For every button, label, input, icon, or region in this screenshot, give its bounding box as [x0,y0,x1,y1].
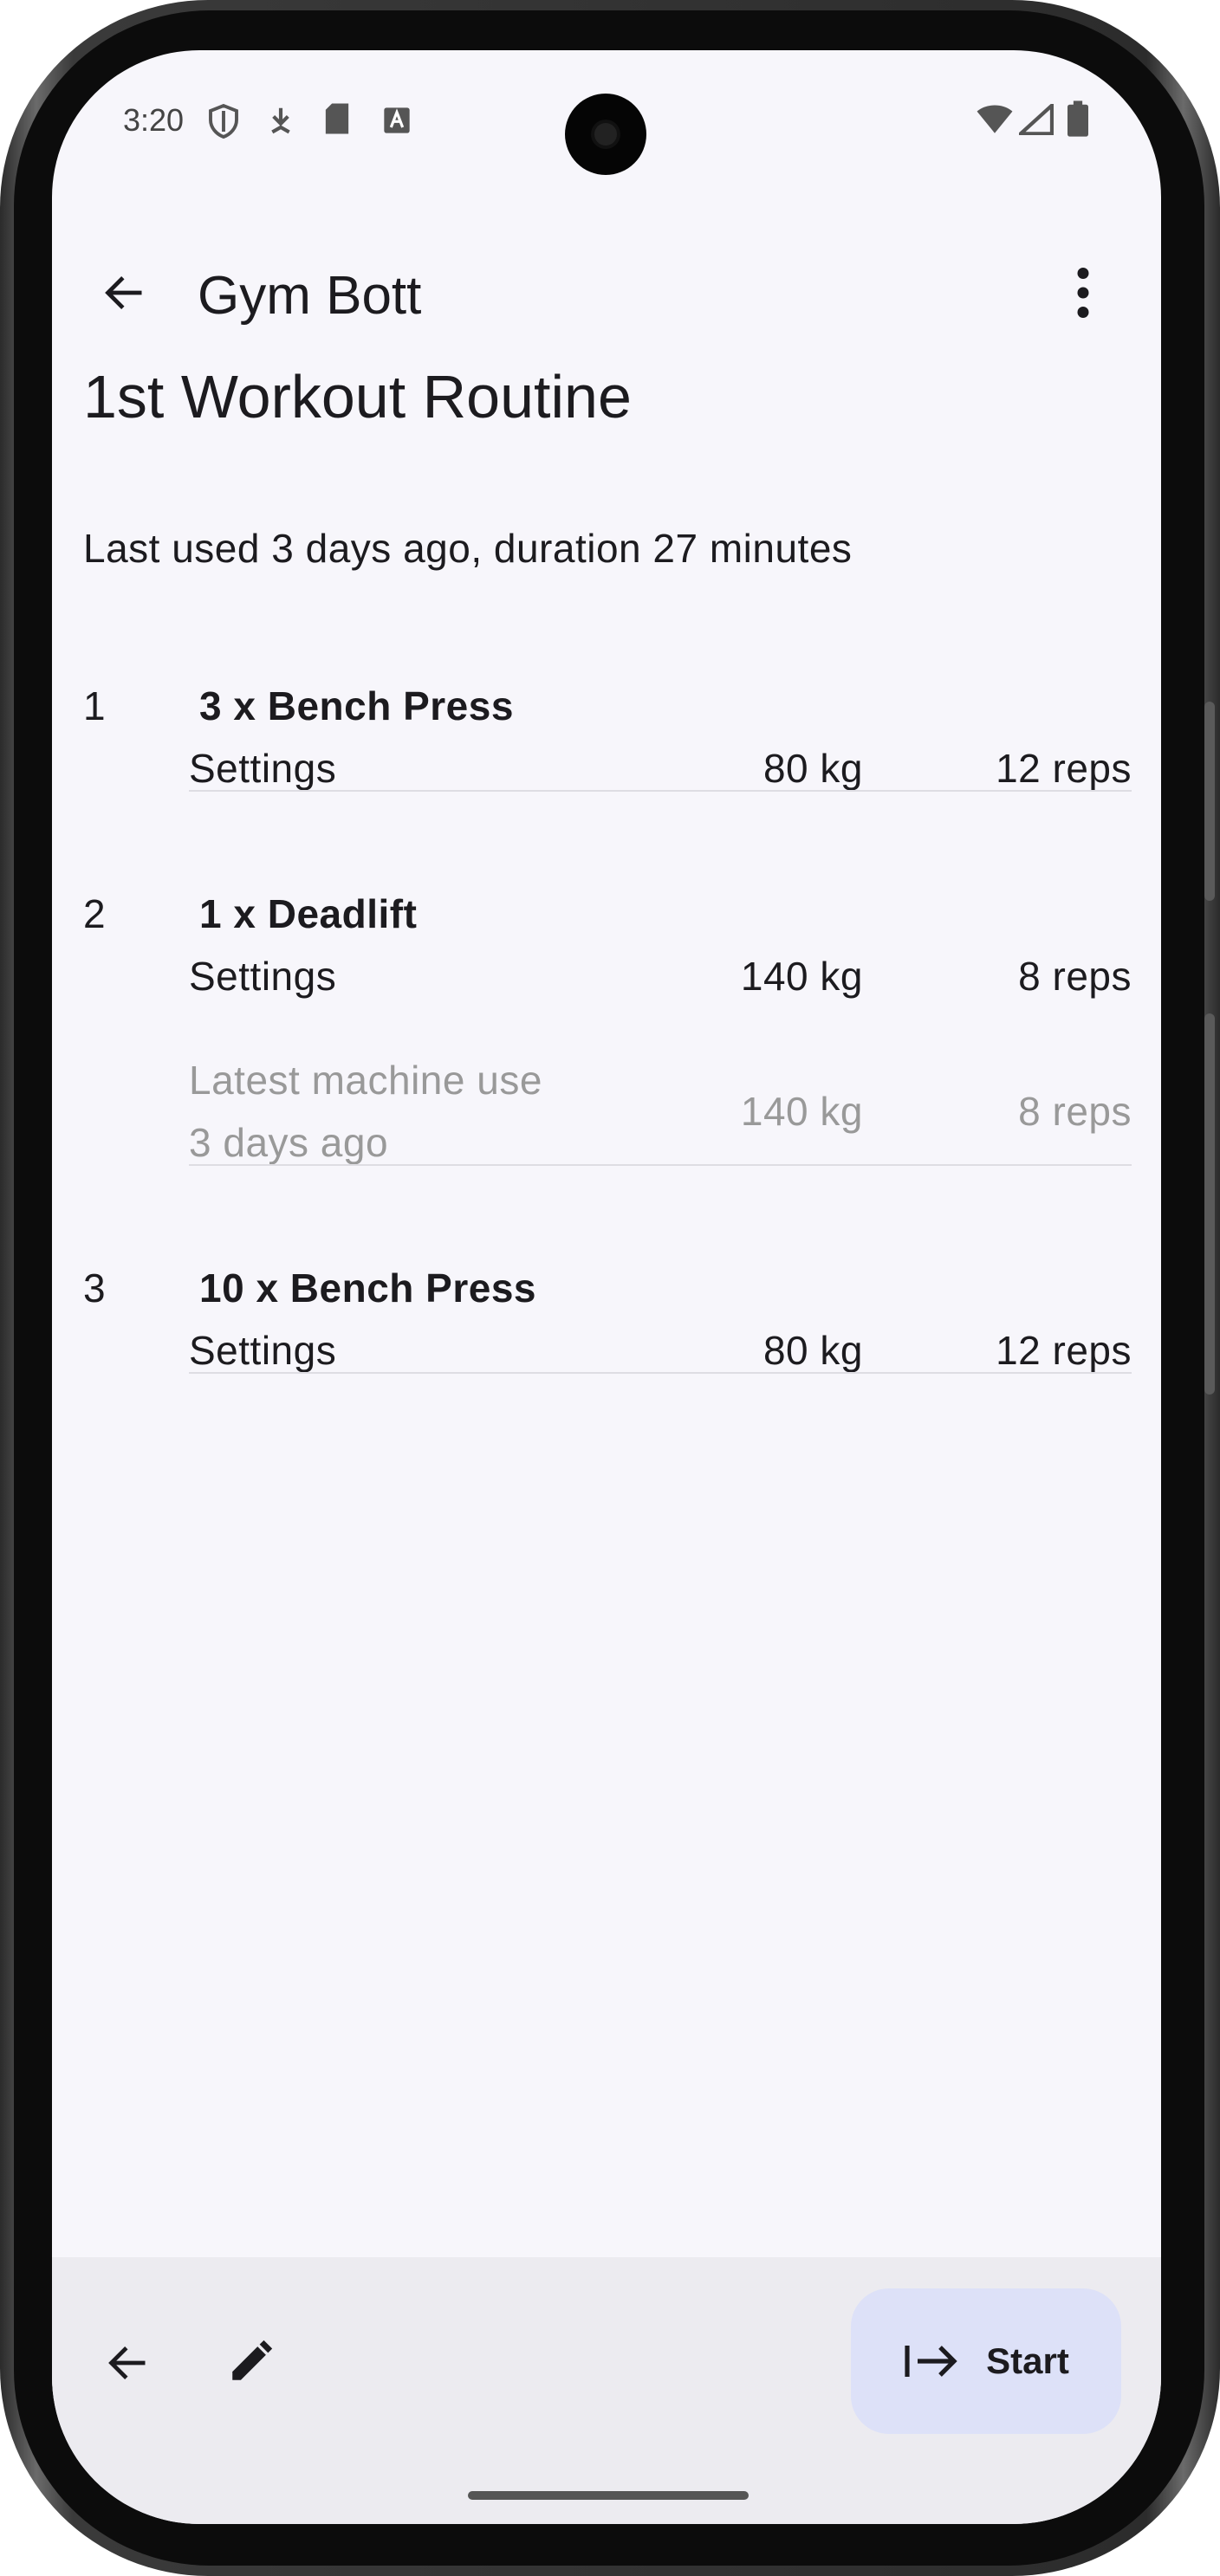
start-label: Start [986,2340,1069,2381]
bottom-back-button[interactable] [92,2327,165,2399]
settings-label: Settings [189,746,337,791]
arrow-back-icon [108,2346,146,2380]
overflow-menu-button[interactable] [1048,258,1118,327]
settings-label: Settings [189,1328,337,1373]
exercise-number: 2 [83,891,106,936]
wifi-icon [976,104,1014,139]
sd-card-icon [324,102,350,139]
signal-icon [1016,100,1055,139]
settings-label: Settings [189,954,337,999]
edit-button[interactable] [215,2325,288,2398]
exercise-name: 1 x Deadlift [199,891,418,936]
pencil-icon [232,2340,273,2380]
page-title: 1st Workout Routine [83,363,632,430]
volume-button [1204,702,1215,901]
status-time: 3:20 [123,102,185,138]
settings-reps: 8 reps [1018,954,1132,999]
more-vert-icon [1077,268,1089,318]
home-indicator[interactable] [468,2491,749,2500]
settings-weight: 80 kg [762,746,863,791]
exercise-item[interactable]: 1 3 x Bench Press Settings 80 kg 12 reps [52,631,1161,847]
settings-weight: 80 kg [762,1328,863,1373]
exercise-name: 3 x Bench Press [199,683,514,728]
last-used-text: Last used 3 days ago, duration 27 minute… [83,526,853,571]
front-camera [565,94,646,175]
settings-reps: 12 reps [996,746,1132,791]
power-button [1204,1013,1215,1395]
download-icon [269,106,293,141]
status-bar: 3:20 [52,50,1161,189]
divider [189,1372,1132,1374]
start-button[interactable]: Start [851,2288,1121,2434]
exercise-name: 10 x Bench Press [199,1265,537,1311]
latest-use-weight: 140 kg [740,1089,863,1134]
latest-use-label: Latest machine use [189,1058,542,1103]
settings-weight: 140 kg [740,954,863,999]
exercise-item[interactable]: 3 10 x Bench Press Settings 80 kg 12 rep… [52,1213,1161,1421]
back-button[interactable] [90,258,159,327]
shield-icon [208,103,239,143]
settings-reps: 12 reps [996,1328,1132,1373]
exercise-item[interactable]: 2 1 x Deadlift Settings 140 kg 8 reps La… [52,838,1161,1211]
arrow-back-icon [105,275,142,310]
exercise-number: 1 [83,683,106,728]
battery-icon [1068,100,1088,141]
divider [189,1164,1132,1166]
divider [189,790,1132,792]
exercise-number: 3 [83,1265,106,1311]
keyboard-a-icon [383,106,411,139]
bottom-app-bar: Start [52,2257,1161,2524]
start-arrow-icon [905,2346,957,2377]
app-title: Gym Bott [198,266,422,326]
app-bar: Gym Bott [52,241,1161,336]
latest-use-reps: 8 reps [1018,1089,1132,1134]
screen: 3:20 Gym Bott 1st Workout Routine Last u… [52,50,1161,2524]
latest-use-date: 3 days ago [189,1120,389,1165]
